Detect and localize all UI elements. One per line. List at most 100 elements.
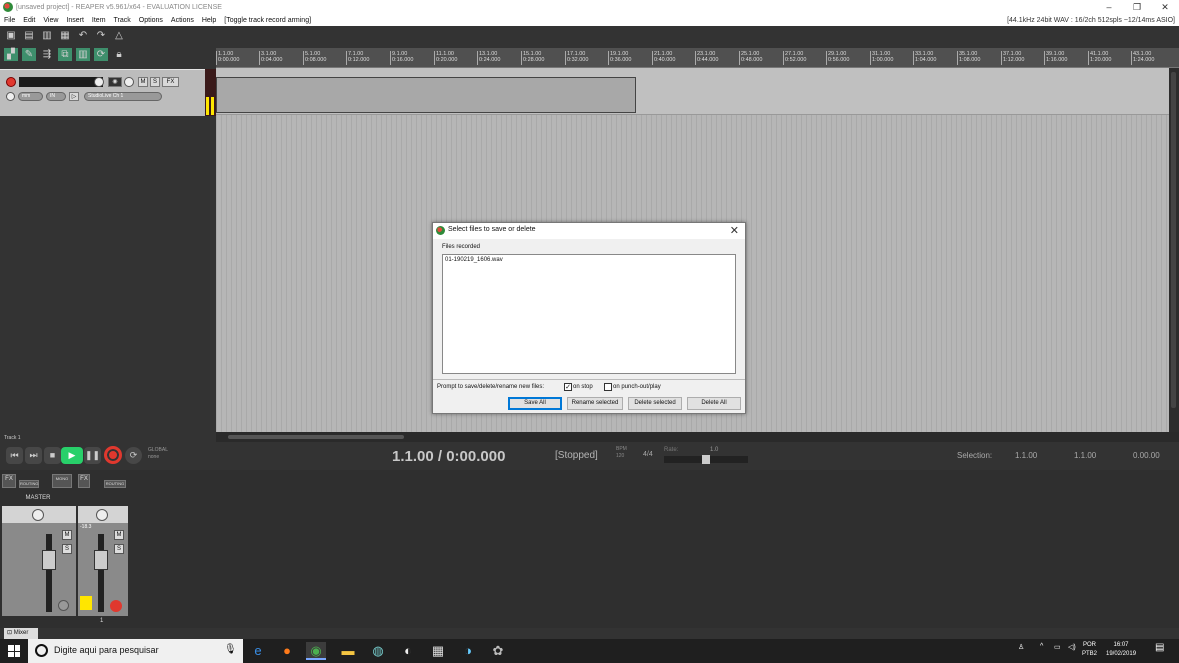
solo-button[interactable]: S [150,77,160,87]
start-button[interactable] [8,645,20,657]
on-stop-check-icon[interactable]: ✓ [564,383,572,391]
input-device-selector[interactable]: StudioLive Ch 1 [84,92,162,101]
time-signature[interactable]: 4/4 [643,451,653,458]
global-automation-mode[interactable]: GLOBAL none [148,447,168,461]
go-to-end-button[interactable]: ⏭ [25,447,42,464]
on-punch-check-box[interactable] [604,383,612,391]
track-solo-button[interactable]: S [114,544,124,554]
language-indicator[interactable]: POR PTB2 [1082,641,1097,659]
envelope-lock-icon[interactable]: ⟳ [94,48,108,61]
master-settings-icon[interactable] [58,600,69,611]
people-icon[interactable]: ♙ [1018,643,1024,651]
volume-knob[interactable] [94,77,104,87]
track-fx-button[interactable]: FX [78,474,90,488]
track-lane[interactable] [216,68,1169,115]
maximize-button[interactable]: ❐ [1123,0,1151,14]
rename-selected-button[interactable]: Rename selected [567,397,623,410]
taskbar-search[interactable]: Digite aqui para pesquisar 🎙︎ [28,639,243,663]
vertical-scrollbar[interactable] [1169,68,1179,432]
film-app-icon[interactable]: ▦ [428,642,448,660]
menu-actions[interactable]: Actions [167,17,198,24]
menu-view[interactable]: View [39,17,62,24]
delete-selected-button[interactable]: Delete selected [628,397,682,410]
input-mode-selector[interactable]: IN [46,92,66,101]
network-icon[interactable]: ▭ [1054,643,1061,651]
reaper-taskbar-icon[interactable]: ◉ [306,642,326,660]
recorded-files-list[interactable]: 01-190219_1606.wav [442,254,736,374]
tray-arrow-icon[interactable]: ^ [1040,643,1043,650]
menu-edit[interactable]: Edit [19,17,39,24]
project-settings-icon[interactable]: ▦ [58,29,72,42]
grid-toggle-icon[interactable]: ▞ [4,48,18,61]
clock[interactable]: 16:07 19/02/2019 [1106,641,1136,659]
track-routing-button[interactable]: ROUTING [104,480,126,488]
selection-start[interactable]: 1.1.00 [1015,451,1037,460]
mute-button[interactable]: M [138,77,148,87]
app-gear-icon[interactable]: ✿ [488,642,508,660]
tempo-display[interactable]: BPM 120 [616,446,627,460]
menu-item[interactable]: Item [88,17,110,24]
master-pan-knob[interactable] [32,509,44,521]
master-fx-button[interactable]: FX [2,474,16,488]
playrate-slider[interactable] [664,455,748,464]
menu-insert[interactable]: Insert [62,17,88,24]
track-fader-handle[interactable] [94,550,108,570]
track-mute-button[interactable]: M [114,530,124,540]
record-monitor-icon[interactable] [6,92,15,101]
app-b-icon[interactable]: ◐ [398,642,418,660]
pan-knob[interactable] [124,77,134,87]
go-to-start-button[interactable]: ⏮ [6,447,23,464]
on-punch-checkbox[interactable]: on punch-out/play [604,383,661,391]
playrate-slider-handle[interactable] [702,455,710,464]
play-button[interactable]: ▶ [61,447,83,464]
audio-device-status[interactable]: [44.1kHz 24bit WAV : 16/2ch 512spls ~12/… [1007,17,1175,24]
delete-all-button[interactable]: Delete All [687,397,741,410]
track-name-field[interactable] [19,77,103,87]
app-w-icon[interactable]: ◑ [458,642,478,660]
media-item[interactable] [216,77,636,113]
minimize-button[interactable]: – [1095,0,1123,14]
new-project-icon[interactable]: ▣ [4,29,18,42]
master-solo-button[interactable]: S [62,544,72,554]
menu-file[interactable]: File [0,17,19,24]
transport-timecode[interactable]: 1.1.00 / 0:00.000 [392,448,505,465]
master-fader-handle[interactable] [42,550,56,570]
input-arrow-icon[interactable]: ▷ [69,92,79,101]
item-grouping-icon[interactable]: ⧉ [58,48,72,61]
search-app-icon[interactable]: ◍ [368,642,388,660]
redo-icon[interactable]: ↷ [94,29,108,42]
save-all-button[interactable]: Save All [508,397,562,410]
on-stop-checkbox[interactable]: ✓ on stop [564,383,593,391]
pause-button[interactable]: ❚❚ [84,447,101,464]
ripple-edit-icon[interactable]: ⇶ [40,48,54,61]
open-project-icon[interactable]: ▤ [22,29,36,42]
volume-icon[interactable]: ◁) [1068,643,1076,651]
master-mono-button[interactable]: MONO [52,474,72,488]
menu-help[interactable]: Help [198,17,220,24]
save-project-icon[interactable]: ▥ [40,29,54,42]
list-item[interactable]: 01-190219_1606.wav [443,255,735,265]
microphone-icon[interactable]: 🎙︎ [224,644,237,655]
selection-end[interactable]: 1.1.00 [1074,451,1096,460]
record-arm-button[interactable] [6,77,16,87]
file-explorer-icon[interactable]: ▬ [338,642,358,660]
track-record-arm-button[interactable] [110,600,122,612]
undo-icon[interactable]: ↶ [76,29,90,42]
stop-button[interactable]: ■ [44,447,61,464]
dialog-close-button[interactable]: ✕ [730,224,739,237]
master-routing-button[interactable]: ROUTING [19,480,39,488]
close-button[interactable]: ✕ [1151,0,1179,14]
selection-length[interactable]: 0.00.00 [1133,451,1160,460]
horizontal-scroll-thumb[interactable] [228,435,404,439]
track-header[interactable]: ◉ M S FX mm IN ▷ StudioLive Ch 1 [0,69,205,116]
auto-crossfade-icon[interactable]: ▥ [76,48,90,61]
timeline-ruler[interactable]: 1.1.00 0:00.000 3.1.00 0:04.000 5.1.00 0:08… [216,48,1179,68]
snap-toggle-icon[interactable]: ✎ [22,48,36,61]
metronome-icon[interactable]: △ [112,29,126,42]
firefox-icon[interactable]: ● [277,642,297,660]
fx-button[interactable]: FX [162,77,179,87]
record-button[interactable] [104,446,122,464]
mono-input-selector[interactable]: mm [18,92,43,101]
menu-track[interactable]: Track [110,17,135,24]
mixer-tab[interactable]: ⊡ Mixer [4,628,38,639]
